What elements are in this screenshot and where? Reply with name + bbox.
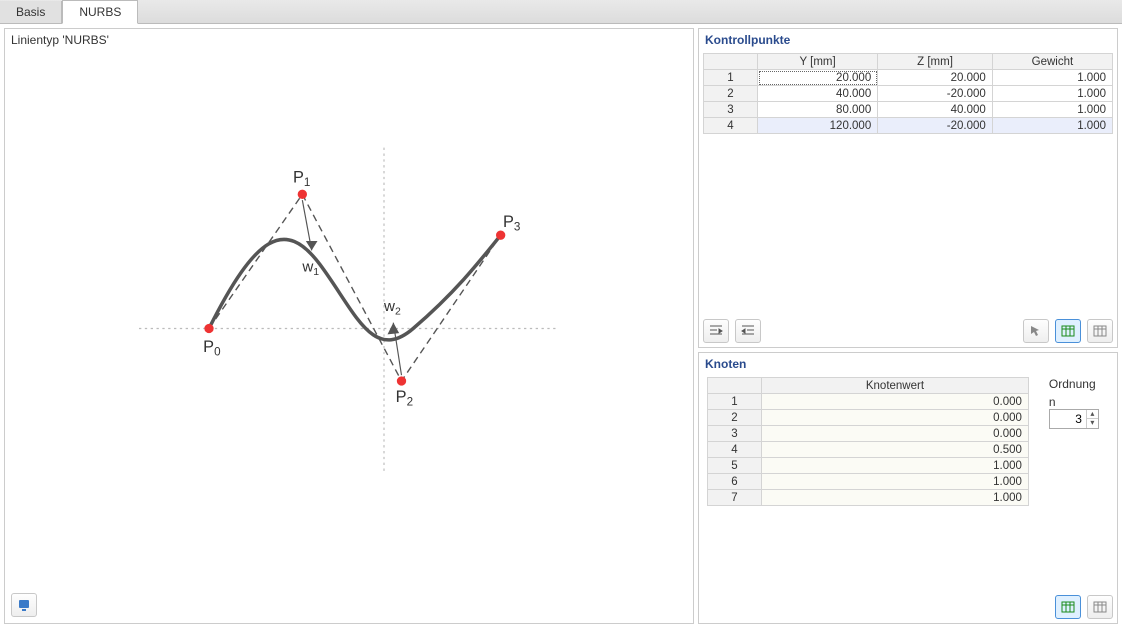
preview-canvas: P0 P1 P2 P3 w1 w2 [5,53,693,623]
svg-text:P3: P3 [503,213,520,234]
spreadsheet-import-icon [1061,600,1075,614]
monitor-icon [17,598,31,612]
ordnung-input[interactable] [1050,412,1086,426]
table-row[interactable]: 61.000 [708,474,1029,490]
stepper-down-icon[interactable]: ▾ [1086,419,1098,428]
col-knotenwert: Knotenwert [762,378,1029,394]
tab-basis[interactable]: Basis [0,1,62,23]
table-row[interactable]: 1 20.000 20.000 1.000 [704,70,1113,86]
col-gewicht: Gewicht [992,54,1112,70]
panel-kontrollpunkte: Kontrollpunkte Y [mm] Z [mm] Gewicht 1 2… [698,28,1118,348]
ordnung-label: Ordnung [1049,377,1113,391]
col-rownum [704,54,758,70]
indent-left-icon [709,325,723,337]
spreadsheet-import-icon [1061,324,1075,338]
pick-button[interactable] [1023,319,1049,343]
panel-title-kontrollpunkte: Kontrollpunkte [699,29,1117,53]
table-row[interactable]: 30.000 [708,426,1029,442]
col-z: Z [mm] [878,54,993,70]
col-y: Y [mm] [758,54,878,70]
tab-bar: Basis NURBS [0,0,1122,24]
svg-text:P2: P2 [396,388,413,409]
import-button[interactable] [1055,319,1081,343]
table-row[interactable]: 20.000 [708,410,1029,426]
ordnung-stepper[interactable]: ▴ ▾ [1049,409,1099,429]
preview-tool-button[interactable] [11,593,37,617]
kontrollpunkte-table[interactable]: Y [mm] Z [mm] Gewicht 1 20.000 20.000 1.… [703,53,1113,134]
indent-right-icon [741,325,755,337]
export-button[interactable] [1087,319,1113,343]
svg-text:P0: P0 [203,338,221,359]
col-rownum [708,378,762,394]
ordnung-group: Ordnung n ▴ ▾ [1049,377,1113,506]
table-row[interactable]: 51.000 [708,458,1029,474]
ordnung-n-label: n [1049,395,1056,409]
spreadsheet-export-icon [1093,600,1107,614]
knoten-export-button[interactable] [1087,595,1113,619]
preview-title: Linientyp 'NURBS' [5,29,693,53]
indent-right-button[interactable] [735,319,761,343]
svg-text:P1: P1 [293,169,310,190]
table-row[interactable]: 10.000 [708,394,1029,410]
table-row[interactable]: 40.500 [708,442,1029,458]
table-row[interactable]: 4 120.000 -20.000 1.000 [704,118,1113,134]
table-row[interactable]: 2 40.000 -20.000 1.000 [704,86,1113,102]
tab-nurbs[interactable]: NURBS [62,0,138,24]
arrow-cursor-icon [1029,324,1043,338]
panel-knoten: Knoten Knotenwert 10.000 20.000 30.000 4… [698,352,1118,624]
svg-text:w2: w2 [383,298,401,318]
indent-left-button[interactable] [703,319,729,343]
panel-title-knoten: Knoten [699,353,1117,377]
table-row[interactable]: 3 80.000 40.000 1.000 [704,102,1113,118]
panel-preview: Linientyp 'NURBS' [4,28,694,624]
nurbs-curve-svg: P0 P1 P2 P3 w1 w2 [13,101,685,521]
table-row[interactable]: 71.000 [708,490,1029,506]
spreadsheet-export-icon [1093,324,1107,338]
knoten-table[interactable]: Knotenwert 10.000 20.000 30.000 40.500 5… [707,377,1029,506]
knoten-import-button[interactable] [1055,595,1081,619]
